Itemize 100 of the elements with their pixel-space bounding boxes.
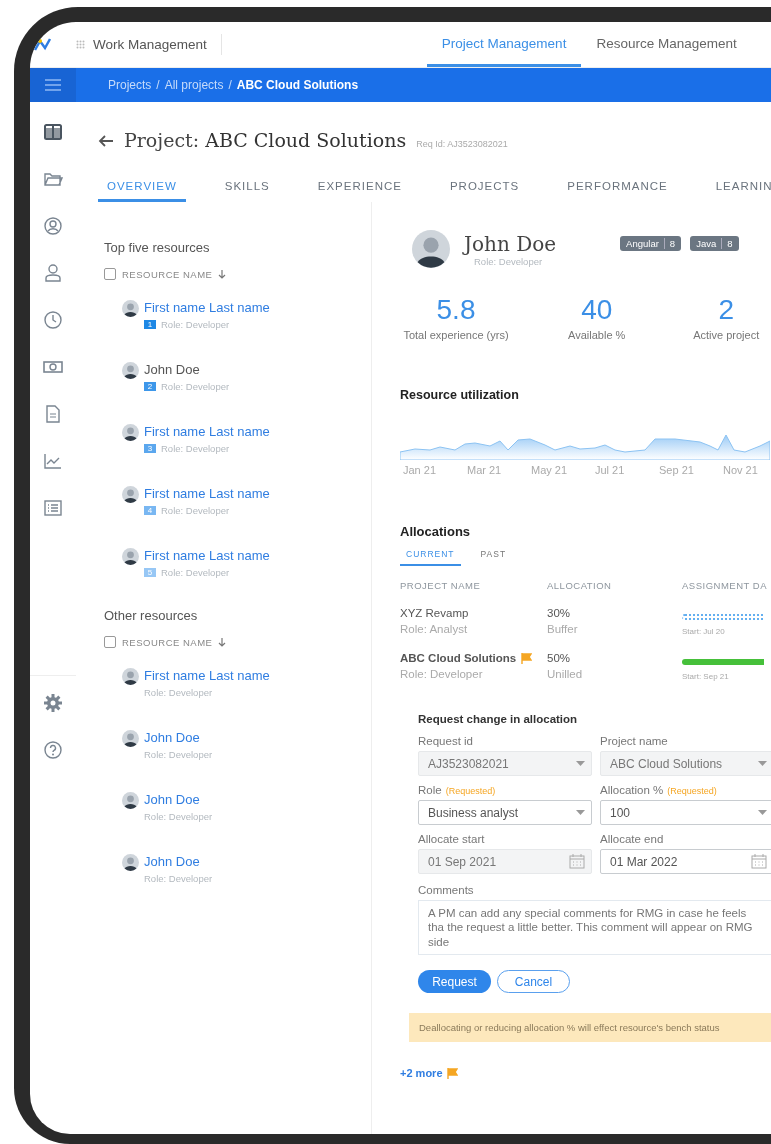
document-icon[interactable]	[43, 404, 63, 424]
grid-icon[interactable]	[76, 40, 85, 49]
settings-icon[interactable]	[43, 693, 63, 713]
layout-icon[interactable]	[43, 122, 63, 142]
rank-badge: 2	[144, 382, 156, 391]
caret-icon[interactable]	[758, 810, 767, 815]
stat-label: Active project	[693, 329, 760, 341]
sort-arrow-icon[interactable]	[218, 269, 227, 279]
resource-name-link[interactable]: John Doe	[144, 730, 213, 745]
line-chart-icon[interactable]	[43, 451, 63, 471]
field-label: Allocate end	[600, 833, 664, 845]
checkbox[interactable]	[104, 268, 116, 280]
project-name: ABC Cloud Solutions	[400, 652, 517, 664]
tab[interactable]: PAST	[474, 545, 513, 566]
stat-value: 5.8	[436, 294, 476, 326]
select-field[interactable]: Business analyst	[418, 800, 592, 825]
back-arrow-icon[interactable]	[98, 135, 114, 147]
project-name: XYZ Revamp	[400, 607, 469, 619]
nav-tab[interactable]: Resource Management	[581, 22, 752, 67]
menu-button[interactable]	[30, 68, 76, 102]
rank-badge: 4	[144, 506, 156, 515]
user-icon[interactable]	[43, 263, 63, 283]
avatar	[122, 362, 139, 379]
resource-role: Role: Developer	[144, 873, 213, 884]
resource-role: Role: Developer	[161, 443, 230, 454]
profile-name: John Doe	[464, 231, 557, 256]
rank-badge: 3	[144, 444, 156, 453]
column-header: ALLOCATION	[547, 580, 613, 591]
caret-icon[interactable]	[576, 810, 585, 815]
project-title: Project: ABC Cloud Solutions	[124, 129, 407, 151]
app-title: Work Management	[93, 37, 207, 52]
column-header: ASSIGNMENT DA	[682, 580, 768, 591]
tab[interactable]: SKILLS	[215, 180, 279, 202]
menu-icon[interactable]	[45, 79, 61, 91]
resource-name-link[interactable]: First name Last name	[144, 486, 270, 501]
tab[interactable]: PERFORMANCE	[558, 180, 677, 202]
breadcrumb-separator: /	[228, 78, 232, 92]
list-icon[interactable]	[43, 498, 63, 518]
tab[interactable]: LEARNIN	[706, 180, 771, 202]
axis-label: Jan 21	[403, 464, 438, 476]
sort-arrow-icon[interactable]	[218, 637, 227, 647]
form-title: Request change in allocation	[418, 713, 579, 725]
avatar	[122, 424, 139, 441]
project-role: Role: Developer	[400, 668, 484, 680]
column-header[interactable]: RESOURCE NAME	[122, 268, 213, 280]
requested-tag: (Requested)	[445, 786, 496, 796]
field-label: Comments	[418, 884, 475, 896]
rank-badge: 5	[144, 568, 156, 577]
breadcrumb-link[interactable]: Projects	[108, 78, 152, 92]
resource-name-link[interactable]: First name Last name	[144, 424, 270, 439]
resource-role: Role: Developer	[161, 567, 230, 578]
calendar-icon[interactable]	[751, 854, 767, 869]
axis-label: Nov 21	[723, 464, 759, 476]
resource-name-link[interactable]: First name Last name	[144, 300, 270, 315]
logo-icon	[34, 37, 52, 52]
allocation-type: Unilled	[547, 668, 584, 680]
cancel-button[interactable]: Cancel	[497, 970, 570, 994]
avatar	[122, 730, 139, 747]
avatar	[122, 300, 139, 317]
resource-name-link[interactable]: First name Last name	[144, 668, 270, 683]
field-label: Allocation %	[600, 784, 664, 796]
start-date: Start: Sep 21	[682, 672, 730, 681]
resource-role: Role: Developer	[144, 749, 213, 760]
column-header[interactable]: RESOURCE NAME	[122, 636, 213, 648]
profile-role: Role: Developer	[474, 255, 544, 267]
comments-field[interactable]: A PM can add any special comments for RMG in case he feels tha the request a little better. This comment will appear on RMG side	[418, 900, 771, 956]
allocation-percent: 30%	[547, 607, 572, 619]
resource-role: Role: Developer	[161, 381, 230, 392]
date-field[interactable]: 01 Mar 2022	[600, 849, 771, 874]
resource-name-link[interactable]: John Doe	[144, 854, 213, 869]
more-link[interactable]: +2 more	[400, 1067, 443, 1080]
section-title: Top five resources	[104, 240, 211, 255]
request-id: Req Id: AJ3523082021	[416, 139, 508, 149]
help-icon[interactable]	[43, 740, 63, 760]
tab[interactable]: CURRENT	[400, 545, 461, 566]
user-circle-icon[interactable]	[43, 216, 63, 236]
breadcrumb-link[interactable]: ABC Cloud Solutions	[236, 78, 359, 92]
resource-role: Role: Developer	[161, 319, 230, 330]
chart-title: Resource utilization	[400, 388, 520, 402]
column-header: PROJECT NAME	[400, 580, 482, 591]
field-label: Allocate start	[418, 833, 485, 845]
checkbox[interactable]	[104, 636, 116, 648]
select-field[interactable]: 100	[600, 800, 771, 825]
breadcrumb-link[interactable]: All projects	[164, 78, 224, 92]
resource-name-link[interactable]: John Doe	[144, 792, 213, 807]
clock-icon[interactable]	[43, 310, 63, 330]
request-button[interactable]: Request	[418, 970, 491, 994]
resource-name-link[interactable]: John Doe	[144, 362, 230, 377]
axis-label: May 21	[531, 464, 569, 476]
field-label: Request id	[418, 735, 473, 747]
allocation-type: Buffer	[547, 623, 579, 635]
tab[interactable]: PROJECTS	[440, 180, 529, 202]
tab[interactable]: EXPERIENCE	[308, 180, 411, 202]
warning-banner: Deallocating or reducing allocation % will effect resource's bench status	[409, 1013, 771, 1043]
allocation-percent: 50%	[547, 652, 572, 664]
resource-name-link[interactable]: First name Last name	[144, 548, 270, 563]
stat-label: Available %	[568, 329, 626, 341]
avatar	[122, 486, 139, 503]
requested-tag: (Requested)	[667, 786, 717, 796]
tab[interactable]: OVERVIEW	[98, 180, 186, 202]
